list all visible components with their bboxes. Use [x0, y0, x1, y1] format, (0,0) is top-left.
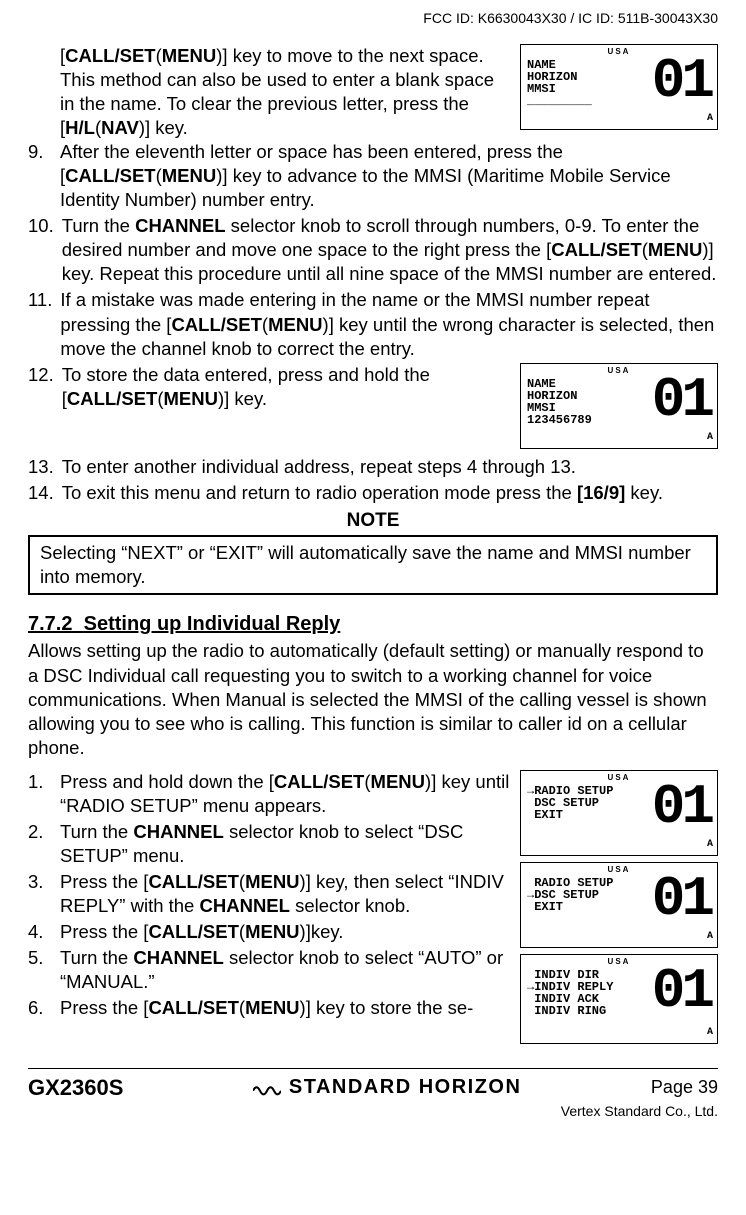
key-label: [CALL/SET(MENU)] — [546, 239, 714, 260]
key-label: [CALL/SET(MENU)] — [143, 921, 311, 942]
model-label: GX2360S — [28, 1075, 123, 1101]
lcd-screen-3: USA →RADIO SETUP DSC SETUP EXIT 01 A — [520, 770, 718, 856]
list-number: 13. — [28, 455, 54, 479]
vendor-label: Vertex Standard Co., Ltd. — [28, 1103, 718, 1119]
lcd-sub: A — [707, 112, 713, 125]
list-text: Turn the CHANNEL selector knob to select… — [60, 820, 512, 868]
list-number: 3. — [28, 870, 52, 918]
fcc-id-header: FCC ID: K6630043X30 / IC ID: 511B-30043X… — [28, 10, 718, 26]
lcd-digits: 01 — [652, 871, 711, 927]
lcd-usa: USA — [608, 47, 631, 57]
list-text: Press the [CALL/SET(MENU)]key. — [60, 920, 512, 944]
key-label: [CALL/SET(MENU)] — [143, 871, 311, 892]
lcd-digits: 01 — [652, 779, 711, 835]
key-label: [CALL/SET(MENU)] — [60, 45, 228, 66]
lcd-lines: NAME HORIZON MMSI 123456789 — [527, 378, 592, 426]
instruction-list-top: 9. After the eleventh letter or space ha… — [28, 140, 718, 505]
lcd-sub: A — [707, 838, 713, 851]
list-item: 10. Turn the CHANNEL selector knob to sc… — [28, 214, 718, 286]
lcd-sub: A — [707, 930, 713, 943]
key-label: [CALL/SET(MENU)] — [60, 165, 228, 186]
brand-wave-icon — [253, 1079, 281, 1097]
note-title: NOTE — [28, 509, 718, 534]
list-number: 6. — [28, 996, 52, 1020]
brand-logo: STANDARD HORIZON — [253, 1076, 522, 1099]
list-text: After the eleventh letter or space has b… — [60, 140, 718, 212]
key-label: [H/L(NAV)] — [60, 117, 150, 138]
key-label: [CALL/SET(MENU)] — [166, 314, 334, 335]
list-number: 12. — [28, 363, 54, 453]
page-number: Page 39 — [651, 1077, 718, 1098]
list-item: 3. Press the [CALL/SET(MENU)] key, then … — [28, 870, 512, 918]
lcd-screen-stack: USA →RADIO SETUP DSC SETUP EXIT 01 A USA… — [520, 770, 718, 1044]
lcd-sub: A — [707, 1026, 713, 1039]
lcd-sub: A — [707, 431, 713, 444]
list-item: 5. Turn the CHANNEL selector knob to sel… — [28, 946, 512, 994]
lcd-digits: 01 — [652, 963, 711, 1019]
list-text: To enter another individual address, rep… — [62, 455, 718, 479]
brand-text: STANDARD HORIZON — [289, 1076, 522, 1099]
section-title: 7.7.2 Setting up Individual Reply — [28, 611, 718, 637]
lcd-usa: USA — [608, 957, 631, 967]
key-label: CHANNEL — [135, 215, 225, 236]
key-label: CHANNEL — [200, 895, 290, 916]
key-label: [16/9] — [577, 482, 625, 503]
lcd-usa: USA — [608, 865, 631, 875]
list-item: 9. After the eleventh letter or space ha… — [28, 140, 718, 212]
page-footer: GX2360S STANDARD HORIZON Page 39 — [28, 1068, 718, 1101]
list-item: 2. Turn the CHANNEL selector knob to sel… — [28, 820, 512, 868]
lcd-lines: NAME HORIZON MMSI _________ — [527, 59, 592, 107]
lcd-digits: 01 — [652, 53, 711, 109]
list-text: Turn the CHANNEL selector knob to scroll… — [62, 214, 718, 286]
lcd-screen-2: USA NAME HORIZON MMSI 123456789 01 A — [520, 363, 718, 449]
lcd-screen-1: USA NAME HORIZON MMSI _________ 01 A — [520, 44, 718, 130]
list-number: 4. — [28, 920, 52, 944]
lcd-lines: RADIO SETUP →DSC SETUP EXIT — [527, 877, 613, 913]
list-number: 2. — [28, 820, 52, 868]
list-item: 11. If a mistake was made entering in th… — [28, 288, 718, 360]
list-text: To exit this menu and return to radio op… — [62, 481, 718, 505]
key-label: CHANNEL — [133, 821, 223, 842]
list-item: 12. USA NAME HORIZON MMSI 123456789 01 A… — [28, 363, 718, 453]
key-label: [CALL/SET(MENU)] — [269, 771, 437, 792]
lcd-usa: USA — [608, 366, 631, 376]
lcd-usa: USA — [608, 773, 631, 783]
list-item: 13. To enter another individual address,… — [28, 455, 718, 479]
list-text: Turn the CHANNEL selector knob to select… — [60, 946, 512, 994]
list-text: If a mistake was made entering in the na… — [60, 288, 718, 360]
lcd-lines: →RADIO SETUP DSC SETUP EXIT — [527, 785, 613, 821]
lcd-screen-4: USA RADIO SETUP →DSC SETUP EXIT 01 A — [520, 862, 718, 948]
list-item: 4. Press the [CALL/SET(MENU)]key. — [28, 920, 512, 944]
section-intro: Allows setting up the radio to automatic… — [28, 639, 718, 759]
list-text: Press and hold down the [CALL/SET(MENU)]… — [60, 770, 512, 818]
lcd-screen-5: USA INDIV DIR →INDIV REPLY INDIV ACK IND… — [520, 954, 718, 1044]
key-label: [CALL/SET(MENU)] — [62, 388, 230, 409]
list-item: 1. Press and hold down the [CALL/SET(MEN… — [28, 770, 512, 818]
list-item: 6. Press the [CALL/SET(MENU)] key to sto… — [28, 996, 512, 1020]
list-text: USA NAME HORIZON MMSI 123456789 01 A To … — [62, 363, 718, 453]
lcd-digits: 01 — [652, 372, 711, 428]
lcd-lines: INDIV DIR →INDIV REPLY INDIV ACK INDIV R… — [527, 969, 613, 1017]
note-box: Selecting “NEXT” or “EXIT” will automati… — [28, 535, 718, 595]
list-number: 10. — [28, 214, 54, 286]
list-number: 9. — [28, 140, 52, 212]
key-label: CHANNEL — [133, 947, 223, 968]
list-item: 14. To exit this menu and return to radi… — [28, 481, 718, 505]
list-number: 1. — [28, 770, 52, 818]
list-number: 11. — [28, 288, 52, 360]
list-text: Press the [CALL/SET(MENU)] key, then sel… — [60, 870, 512, 918]
list-number: 14. — [28, 481, 54, 505]
key-label: [CALL/SET(MENU)] — [143, 997, 311, 1018]
list-text: Press the [CALL/SET(MENU)] key to store … — [60, 996, 512, 1020]
list-number: 5. — [28, 946, 52, 994]
